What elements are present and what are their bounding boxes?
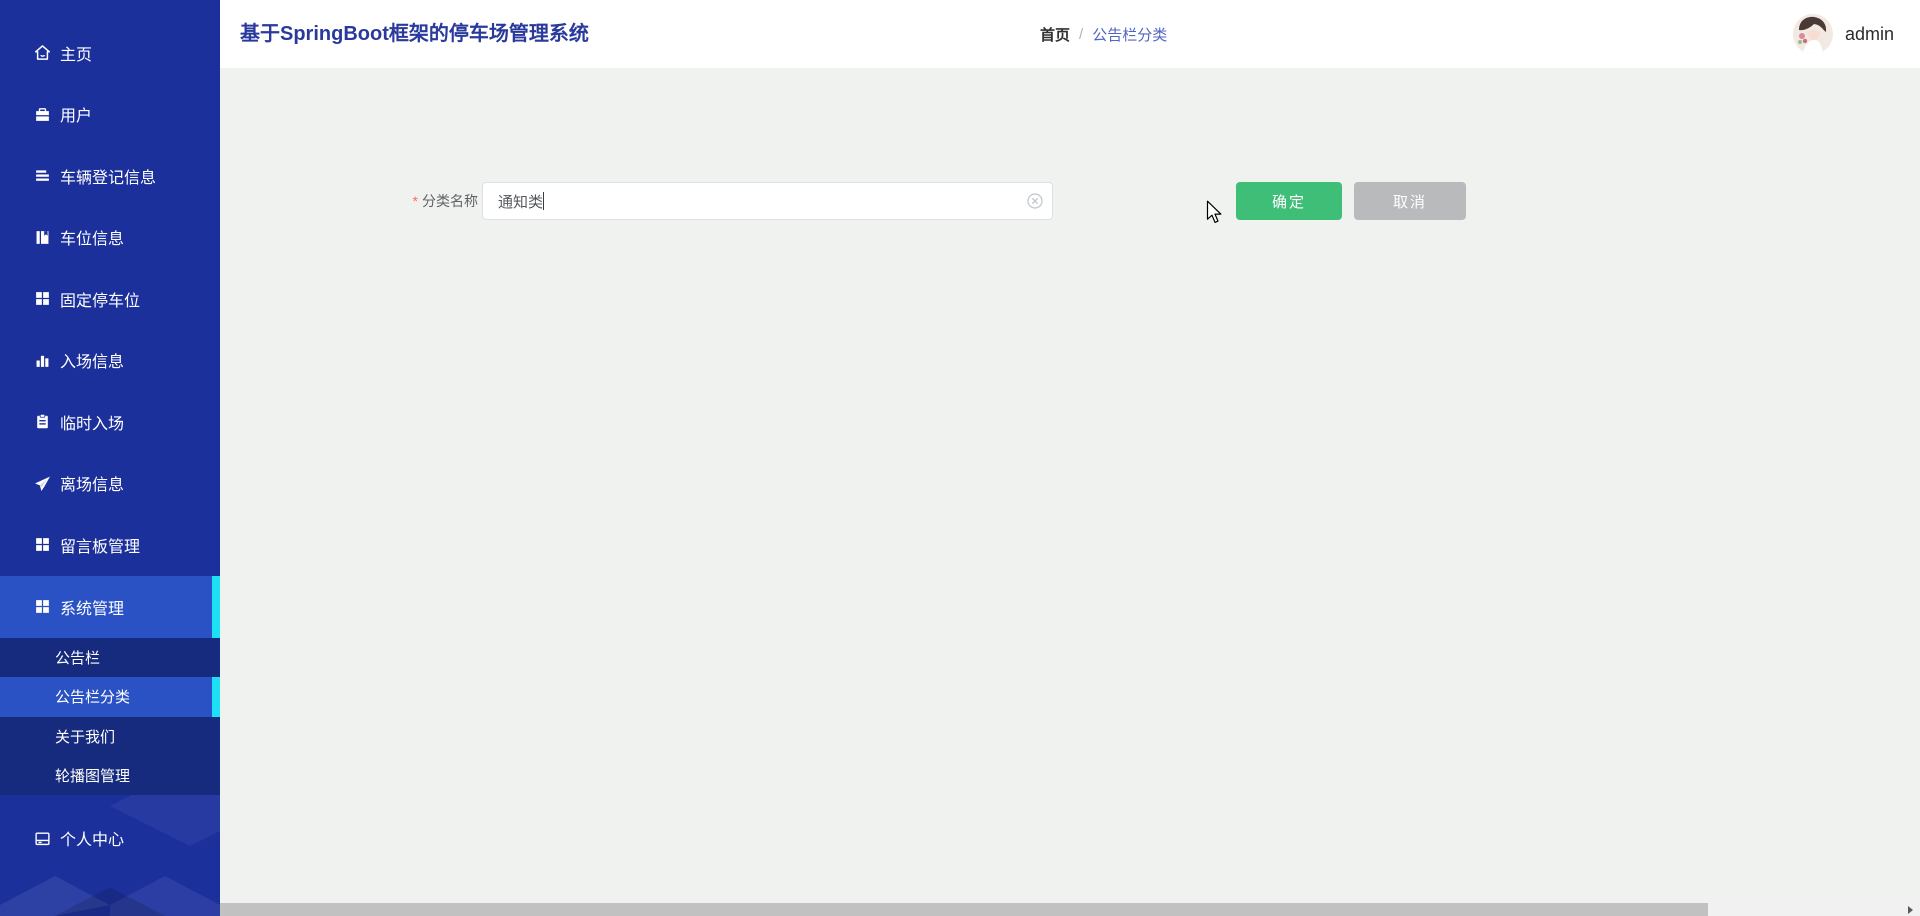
username: admin — [1844, 23, 1894, 44]
sidebar-item-label: 留言板管理 — [60, 538, 141, 556]
send-icon — [33, 474, 51, 492]
sidebar-item-label: 入场信息 — [60, 354, 125, 372]
sidebar-item-users[interactable]: 用户 — [0, 84, 220, 146]
sidebar-item-entry-info[interactable]: 入场信息 — [0, 330, 220, 392]
required-asterisk: * — [412, 193, 418, 209]
clipboard-icon — [33, 413, 51, 431]
sidebar-item-temporary-entry[interactable]: 临时入场 — [0, 391, 220, 453]
sidebar-item-label: 用户 — [60, 108, 93, 126]
sidebar-item-vehicle-registration[interactable]: 车辆登记信息 — [0, 145, 220, 207]
sidebar-subitem-bulletin[interactable]: 公告栏 — [0, 638, 220, 677]
briefcase-icon — [33, 105, 51, 123]
sidebar-subitem-about-us[interactable]: 关于我们 — [0, 717, 220, 756]
content-area: *分类名称 确定 取消 — [220, 68, 1920, 903]
sidebar-item-label: 主页 — [60, 46, 93, 64]
sidebar-item-label: 个人中心 — [60, 832, 125, 850]
app-title: 基于SpringBoot框架的停车场管理系统 — [240, 23, 589, 45]
sidebar-item-system-management[interactable]: 系统管理 — [0, 575, 220, 638]
sidebar-item-home[interactable]: 主页 — [0, 22, 220, 84]
sidebar-item-parking-space-info[interactable]: 车位信息 — [0, 207, 220, 269]
sidebar-menu: 主页 用户 车辆登记信息 车位信息 固定停车位 入场信息 临时入场 离场信息 留… — [0, 22, 220, 869]
breadcrumb-separator: / — [1079, 25, 1084, 43]
sidebar-item-label: 离场信息 — [60, 477, 125, 495]
sidebar-item-fixed-parking[interactable]: 固定停车位 — [0, 268, 220, 330]
sidebar-subitem-carousel-management[interactable]: 轮播图管理 — [0, 756, 220, 795]
sidebar-subitem-bulletin-category[interactable]: 公告栏分类 — [0, 676, 220, 717]
home-icon — [33, 44, 51, 62]
sidebar-item-label: 系统管理 — [60, 600, 125, 618]
avatar[interactable] — [1792, 14, 1833, 54]
book-icon — [33, 228, 51, 246]
category-name-label-text: 分类名称 — [422, 193, 478, 209]
sidebar-item-message-board[interactable]: 留言板管理 — [0, 514, 220, 576]
breadcrumb-current: 公告栏分类 — [1092, 26, 1168, 44]
breadcrumb-home[interactable]: 首页 — [1040, 24, 1070, 45]
sidebar-item-personal-center[interactable]: 个人中心 — [0, 808, 220, 870]
active-item-accent-bar — [212, 575, 220, 638]
window-icon — [33, 829, 51, 847]
user-menu[interactable]: admin — [1792, 0, 1894, 68]
text-caret — [543, 192, 544, 210]
clear-input-icon[interactable] — [1027, 193, 1043, 209]
sidebar-item-label: 固定停车位 — [60, 292, 141, 310]
cancel-button[interactable]: 取消 — [1354, 182, 1466, 220]
grid-icon — [33, 536, 51, 554]
sidebar-item-label: 车辆登记信息 — [60, 169, 157, 187]
submenu-item-label: 公告栏分类 — [55, 689, 131, 706]
grid-icon — [33, 290, 51, 308]
confirm-button[interactable]: 确定 — [1236, 182, 1342, 220]
scrollbar-thumb[interactable] — [220, 903, 1708, 916]
sidebar: 主页 用户 车辆登记信息 车位信息 固定停车位 入场信息 临时入场 离场信息 留… — [0, 0, 220, 916]
submenu-item-label: 公告栏 — [55, 649, 101, 667]
category-name-field — [482, 182, 1053, 220]
list-icon — [33, 167, 51, 185]
submenu-item-label: 关于我们 — [55, 728, 116, 746]
header: 基于SpringBoot框架的停车场管理系统 首页 / 公告栏分类 admin — [220, 0, 1920, 68]
category-name-label: * 分类名称 — [360, 182, 478, 220]
category-name-input[interactable] — [482, 182, 1053, 220]
horizontal-scrollbar[interactable] — [220, 903, 1920, 916]
main-area: 基于SpringBoot框架的停车场管理系统 首页 / 公告栏分类 admin — [220, 0, 1920, 916]
selected-subitem-accent-bar — [212, 676, 220, 717]
bar-chart-icon — [33, 351, 51, 369]
scrollbar-right-arrow-icon[interactable] — [1903, 903, 1917, 916]
sidebar-item-label: 车位信息 — [60, 231, 125, 249]
sidebar-item-departure-info[interactable]: 离场信息 — [0, 453, 220, 515]
grid-icon — [33, 598, 51, 616]
submenu-item-label: 轮播图管理 — [55, 767, 131, 785]
sidebar-submenu: 公告栏 公告栏分类 关于我们 轮播图管理 — [0, 637, 220, 795]
breadcrumb: 首页 / 公告栏分类 — [1040, 0, 1167, 68]
sidebar-item-label: 临时入场 — [60, 415, 125, 433]
